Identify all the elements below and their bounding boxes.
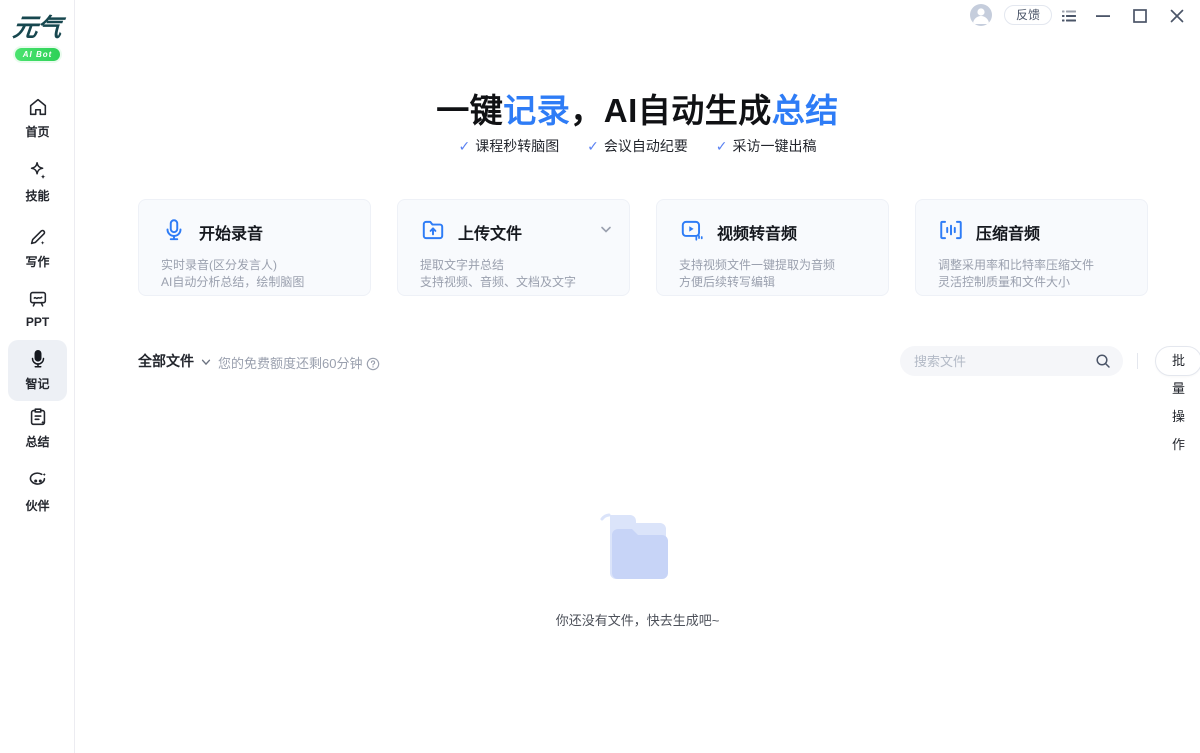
sidebar-item-skills[interactable]: 技能 <box>0 160 75 204</box>
video-to-audio-card[interactable]: 视频转音频 支持视频文件一键提取为音频 方便后续转写编辑 <box>656 199 889 296</box>
mic-icon <box>8 348 67 372</box>
card-title: 上传文件 <box>458 220 522 244</box>
card-description: 支持视频文件一键提取为音频 方便后续转写编辑 <box>679 257 870 291</box>
robot-icon <box>0 470 75 494</box>
chevron-down-icon[interactable] <box>599 222 613 241</box>
maximize-button[interactable] <box>1131 7 1149 25</box>
upload-file-card[interactable]: 上传文件 提取文字并总结 支持视频、音频、文档及文字 <box>397 199 630 296</box>
card-description: 提取文字并总结 支持视频、音频、文档及文字 <box>420 257 611 291</box>
list-menu-icon[interactable] <box>1060 7 1078 25</box>
card-title: 开始录音 <box>199 220 263 244</box>
pen-icon <box>0 226 75 250</box>
card-description: 实时录音(区分发言人) AI自动分析总结，绘制脑图 <box>161 257 352 291</box>
divider <box>1137 353 1138 369</box>
free-quota-text: 您的免费额度还剩60分钟 <box>218 353 380 372</box>
page-title: 一键记录，AI自动生成总结 <box>75 84 1200 132</box>
main-content: 一键记录，AI自动生成总结 ✓课程秒转脑图 ✓会议自动纪要 ✓采访一键出稿 开始… <box>75 0 1200 753</box>
sidebar-item-writing[interactable]: 写作 <box>0 226 75 270</box>
empty-state: 你还没有文件，快去生成吧~ <box>75 505 1200 629</box>
logo-text: 元气 <box>12 8 64 44</box>
minimize-button[interactable] <box>1094 7 1112 25</box>
sparkle-icon <box>0 160 75 184</box>
card-title: 压缩音频 <box>976 220 1040 244</box>
card-title: 视频转音频 <box>717 220 797 244</box>
clipboard-icon <box>0 406 75 430</box>
sidebar: 元气 AI Bot 首页 技能 写作 PPT 智记 总结 <box>0 0 75 753</box>
feature-item: ✓采访一键出稿 <box>716 136 817 156</box>
start-recording-card[interactable]: 开始录音 实时录音(区分发言人) AI自动分析总结，绘制脑图 <box>138 199 371 296</box>
card-description: 调整采用率和比特率压缩文件 灵活控制质量和文件大小 <box>938 257 1129 291</box>
upload-folder-icon <box>420 217 446 248</box>
sidebar-item-partner[interactable]: 伙伴 <box>0 470 75 514</box>
help-icon[interactable] <box>366 357 380 371</box>
feedback-button[interactable]: 反馈 <box>1004 5 1052 25</box>
chevron-down-icon <box>200 356 212 368</box>
sidebar-item-ppt[interactable]: PPT <box>0 288 75 329</box>
feature-item: ✓课程秒转脑图 <box>459 136 560 156</box>
action-cards: 开始录音 实时录音(区分发言人) AI自动分析总结，绘制脑图 上传文件 提取文字… <box>138 199 1148 296</box>
all-files-dropdown[interactable]: 全部文件 <box>138 351 212 371</box>
search-icon[interactable] <box>1095 353 1111 374</box>
sidebar-item-summary[interactable]: 总结 <box>0 406 75 450</box>
home-icon <box>0 96 75 120</box>
compress-audio-icon <box>938 217 964 248</box>
check-icon: ✓ <box>459 138 471 154</box>
search-box <box>900 346 1123 376</box>
check-icon: ✓ <box>587 138 599 154</box>
sidebar-item-home[interactable]: 首页 <box>0 96 75 140</box>
titlebar: 反馈 <box>75 0 1200 32</box>
empty-message: 你还没有文件，快去生成吧~ <box>75 610 1200 629</box>
file-toolbar: 全部文件 您的免费额度还剩60分钟 批量操作 <box>138 346 1148 376</box>
feature-list: ✓课程秒转脑图 ✓会议自动纪要 ✓采访一键出稿 <box>75 136 1200 156</box>
check-icon: ✓ <box>716 138 728 154</box>
batch-operation-button[interactable]: 批量操作 <box>1155 346 1200 376</box>
empty-folder-icon <box>588 574 688 591</box>
sidebar-item-notes-active[interactable]: 智记 <box>8 340 67 401</box>
avatar[interactable] <box>970 4 992 26</box>
logo-badge: AI Bot <box>15 48 61 61</box>
mic-icon <box>161 217 187 248</box>
feature-item: ✓会议自动纪要 <box>587 136 688 156</box>
close-button[interactable] <box>1168 7 1186 25</box>
video-to-audio-icon <box>679 217 705 248</box>
search-input[interactable] <box>914 346 1089 376</box>
compress-audio-card[interactable]: 压缩音频 调整采用率和比特率压缩文件 灵活控制质量和文件大小 <box>915 199 1148 296</box>
app-logo[interactable]: 元气 AI Bot <box>0 8 75 62</box>
presentation-icon <box>0 288 75 312</box>
